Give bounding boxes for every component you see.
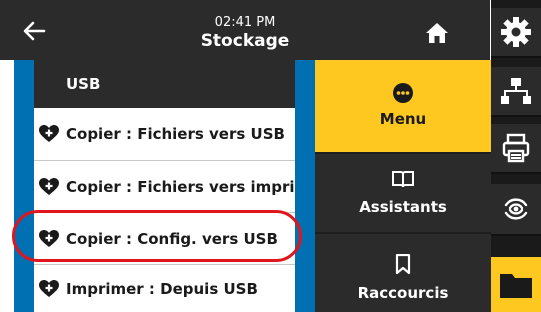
list-item-copy-files-printer[interactable]: Copier : Fichiers vers imprim (34, 161, 295, 213)
printer-button[interactable] (491, 124, 541, 174)
network-icon (501, 78, 531, 104)
wireless-button[interactable] (491, 184, 541, 236)
assistants-label: Assistants (359, 198, 447, 216)
printer-icon (502, 133, 530, 163)
list-rail-left (14, 60, 34, 312)
folder-icon (500, 273, 532, 298)
menu-dots-icon (393, 83, 413, 103)
page-title: Stockage (200, 31, 290, 51)
heart-plus-icon (38, 124, 60, 144)
list-item-print-from-usb[interactable]: Imprimer : Depuis USB (34, 265, 295, 312)
top-bar: 02:41 PM Stockage (0, 0, 490, 60)
settings-button[interactable] (491, 8, 541, 58)
shortcuts-label: Raccourcis (357, 284, 449, 302)
storage-button[interactable] (491, 257, 541, 312)
bookmark-icon (395, 254, 411, 274)
heart-plus-icon (38, 279, 60, 299)
list-item-label: Copier : Fichiers vers USB (66, 125, 285, 143)
list-item-label: Copier : Fichiers vers imprim (66, 178, 295, 196)
home-icon (426, 23, 448, 43)
network-button[interactable] (491, 67, 541, 117)
menu-label: Menu (379, 110, 427, 128)
list-section-header: USB (34, 60, 295, 108)
assistants-button[interactable]: Assistants (315, 152, 491, 232)
wireless-icon (504, 198, 528, 220)
list-item-label: Imprimer : Depuis USB (66, 279, 258, 298)
highlight-annotation (12, 210, 302, 262)
gear-icon (501, 17, 531, 47)
side-navigation (491, 0, 541, 312)
back-button[interactable] (14, 14, 54, 48)
list-rail-right (295, 60, 315, 312)
book-icon (392, 171, 414, 188)
arrow-left-icon (23, 21, 46, 41)
shortcuts-button[interactable]: Raccourcis (315, 232, 491, 312)
home-button[interactable] (422, 20, 452, 46)
menu-button[interactable]: Menu (315, 60, 491, 152)
clock: 02:41 PM (214, 15, 276, 30)
heart-plus-icon (38, 177, 60, 197)
list-item-copy-files-usb[interactable]: Copier : Fichiers vers USB (34, 108, 295, 160)
